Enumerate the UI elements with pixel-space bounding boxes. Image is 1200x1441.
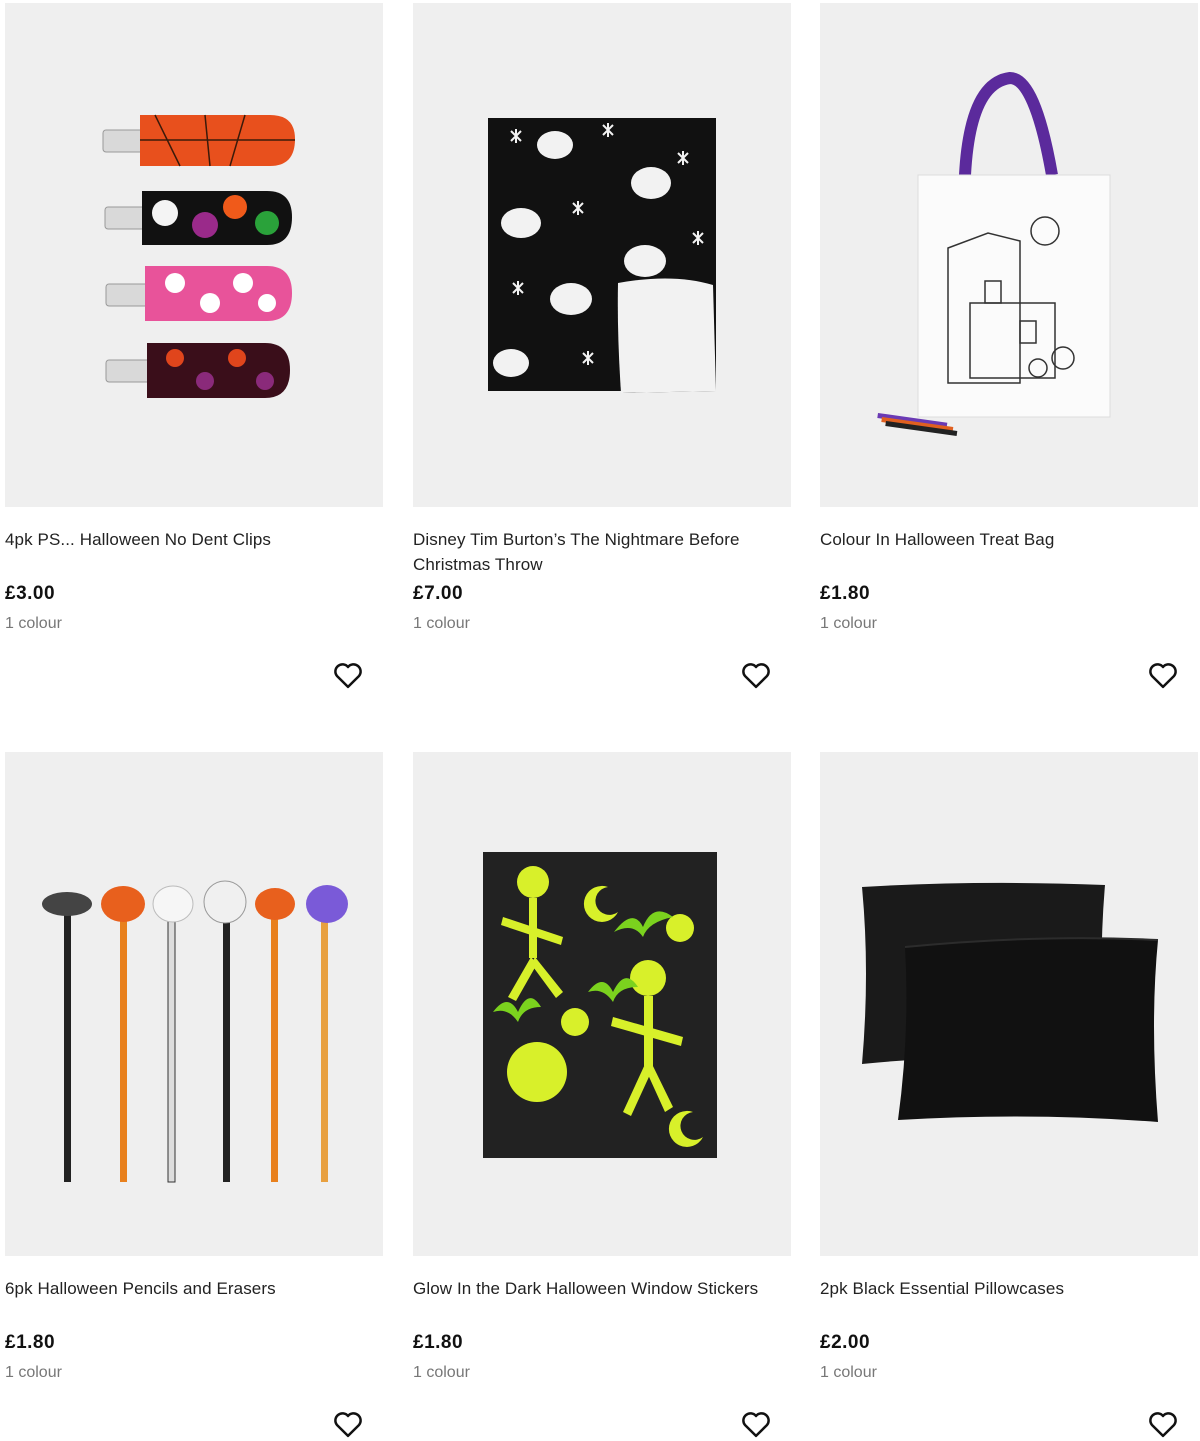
favourite-button[interactable] (739, 658, 773, 692)
product-title[interactable]: 4pk PS... Halloween No Dent Clips (5, 527, 383, 552)
favourite-button[interactable] (1146, 658, 1180, 692)
product-title[interactable]: 2pk Black Essential Pillowcases (820, 1276, 1198, 1301)
product-image[interactable] (413, 752, 791, 1256)
colour-count: 1 colour (820, 615, 877, 632)
favourite-button[interactable] (1146, 1407, 1180, 1441)
product-image[interactable] (820, 752, 1198, 1256)
heart-outline-icon (1149, 663, 1177, 689)
product-price: £1.80 (820, 583, 871, 604)
favourite-button[interactable] (739, 1407, 773, 1441)
favourite-button[interactable] (331, 1407, 365, 1441)
product-image[interactable] (5, 3, 383, 507)
product-price: £1.80 (5, 1332, 56, 1353)
heart-outline-icon (334, 1412, 362, 1438)
colour-count: 1 colour (5, 1364, 62, 1381)
heart-outline-icon (334, 663, 362, 689)
product-image[interactable] (5, 752, 383, 1256)
product-image[interactable] (820, 3, 1198, 507)
colour-count: 1 colour (820, 1364, 877, 1381)
heart-outline-icon (742, 663, 770, 689)
product-price: £3.00 (5, 583, 56, 604)
colour-count: 1 colour (413, 615, 470, 632)
colour-count: 1 colour (413, 1364, 470, 1381)
product-title[interactable]: Colour In Halloween Treat Bag (820, 527, 1198, 552)
colour-count: 1 colour (5, 615, 62, 632)
heart-outline-icon (742, 1412, 770, 1438)
product-image[interactable] (413, 3, 791, 507)
product-price: £7.00 (413, 583, 464, 604)
product-price: £1.80 (413, 1332, 464, 1353)
product-price: £2.00 (820, 1332, 871, 1353)
product-title[interactable]: Disney Tim Burton’s The Nightmare Before… (413, 527, 791, 577)
product-title[interactable]: 6pk Halloween Pencils and Erasers (5, 1276, 383, 1301)
favourite-button[interactable] (331, 658, 365, 692)
product-title[interactable]: Glow In the Dark Halloween Window Sticke… (413, 1276, 791, 1301)
heart-outline-icon (1149, 1412, 1177, 1438)
